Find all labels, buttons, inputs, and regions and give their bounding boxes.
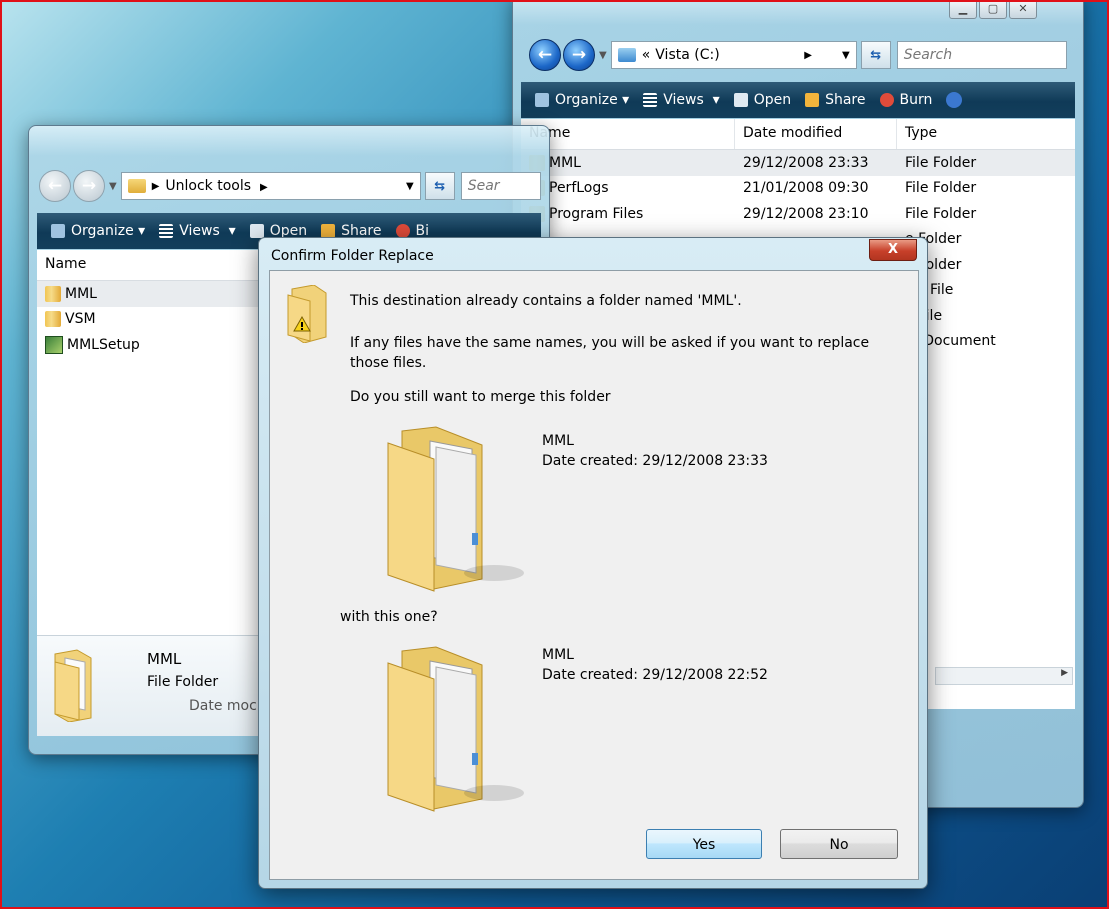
- search-input[interactable]: Search: [896, 41, 1067, 69]
- share-icon: [805, 93, 820, 107]
- target-folder-icon: [374, 643, 524, 817]
- command-toolbar: Organize ▾ Views ▾ Open Share Burn: [521, 82, 1075, 118]
- organize-icon: [535, 93, 549, 107]
- warning-folder-icon: [284, 284, 332, 347]
- address-dropdown-icon[interactable]: ▼: [406, 181, 414, 192]
- folder-icon: [127, 179, 146, 193]
- file-row[interactable]: MML 29/12/2008 23:33 File Folder: [521, 150, 1075, 176]
- breadcrumb-location[interactable]: Vista (C:): [655, 47, 804, 63]
- file-row[interactable]: Program Files 29/12/2008 23:10 File Fold…: [521, 201, 1075, 227]
- share-icon: [321, 224, 336, 238]
- breadcrumb-chevron-icon[interactable]: ▶: [152, 181, 160, 192]
- refresh-button[interactable]: ⇆: [424, 172, 455, 200]
- yes-button[interactable]: Yes: [646, 829, 762, 859]
- details-name: MML: [147, 650, 182, 668]
- breadcrumb-location[interactable]: Unlock tools ▶: [165, 178, 406, 194]
- open-icon: [733, 93, 748, 107]
- column-name[interactable]: Name: [37, 250, 257, 280]
- forward-button[interactable]: →: [563, 39, 595, 71]
- target-folder-date: Date created: 29/12/2008 22:52: [542, 667, 768, 683]
- folder-icon: [45, 311, 61, 328]
- breadcrumb-prefix: «: [641, 47, 651, 63]
- column-header-row: Name Date modified Type: [521, 119, 1075, 150]
- views-button[interactable]: Views ▾: [159, 223, 236, 239]
- open-button[interactable]: Open: [733, 92, 791, 108]
- source-folder-name: MML: [542, 433, 574, 449]
- open-icon: [249, 224, 264, 238]
- organize-icon: [51, 224, 65, 238]
- folder-icon: [45, 285, 61, 302]
- dialog-close-button[interactable]: X: [869, 239, 917, 261]
- drive-icon: [617, 48, 636, 62]
- dialog-body: This destination already contains a fold…: [269, 270, 919, 880]
- scroll-right-icon[interactable]: ▶: [1061, 668, 1068, 678]
- no-button[interactable]: No: [780, 829, 898, 859]
- address-bar[interactable]: « Vista (C:) ▶ ▼: [610, 41, 857, 69]
- confirm-folder-replace-dialog: Confirm Folder Replace X This destinatio…: [258, 237, 928, 889]
- with-this-one-label: with this one?: [340, 609, 438, 625]
- details-type: File Folder: [147, 674, 219, 690]
- file-row[interactable]: PerfLogs 21/01/2008 09:30 File Folder: [521, 176, 1075, 202]
- organize-button[interactable]: Organize ▾: [51, 223, 145, 239]
- horizontal-scrollbar[interactable]: ▶: [935, 667, 1073, 685]
- breadcrumb-chevron-icon[interactable]: ▶: [804, 50, 812, 61]
- search-input[interactable]: Sear: [460, 172, 541, 200]
- recent-pages-dropdown[interactable]: ▼: [599, 50, 607, 61]
- column-date-modified[interactable]: Date modified: [735, 119, 897, 149]
- views-icon: [159, 224, 174, 238]
- minimize-button[interactable]: ▁: [949, 0, 977, 19]
- maximize-button[interactable]: ▢: [979, 0, 1007, 19]
- forward-button[interactable]: →: [73, 170, 105, 202]
- back-button[interactable]: ←: [39, 170, 71, 202]
- views-button[interactable]: Views ▾: [643, 92, 720, 108]
- window-controls: ▁ ▢ ✕: [947, 0, 1037, 19]
- burn-icon: [879, 93, 894, 107]
- organize-button[interactable]: Organize ▾: [535, 92, 629, 108]
- close-window-button[interactable]: ✕: [1009, 0, 1037, 19]
- source-folder-icon: [374, 423, 524, 597]
- burn-icon: [395, 224, 410, 238]
- large-folder-icon: [51, 648, 107, 723]
- help-button[interactable]: [946, 92, 968, 108]
- target-folder-name: MML: [542, 647, 574, 663]
- address-dropdown-icon[interactable]: ▼: [842, 50, 850, 61]
- back-button[interactable]: ←: [529, 39, 561, 71]
- views-icon: [643, 93, 658, 107]
- recent-pages-dropdown[interactable]: ▼: [109, 181, 117, 192]
- column-type[interactable]: Type: [897, 119, 1075, 149]
- setup-icon: [45, 335, 63, 354]
- source-folder-date: Date created: 29/12/2008 23:33: [542, 453, 768, 469]
- refresh-button[interactable]: ⇆: [860, 41, 891, 69]
- share-button[interactable]: Share: [805, 92, 866, 108]
- column-name[interactable]: Name: [521, 119, 735, 149]
- burn-button[interactable]: Burn: [879, 92, 932, 108]
- dialog-title: Confirm Folder Replace: [271, 248, 434, 264]
- dialog-message: This destination already contains a fold…: [350, 293, 742, 309]
- details-date-label: Date moc: [189, 698, 257, 714]
- address-bar[interactable]: ▶ Unlock tools ▶ ▼: [120, 172, 421, 200]
- help-icon: [946, 92, 963, 108]
- dialog-question: Do you still want to merge this folder: [350, 389, 611, 405]
- dialog-detail: If any files have the same names, you wi…: [350, 335, 870, 371]
